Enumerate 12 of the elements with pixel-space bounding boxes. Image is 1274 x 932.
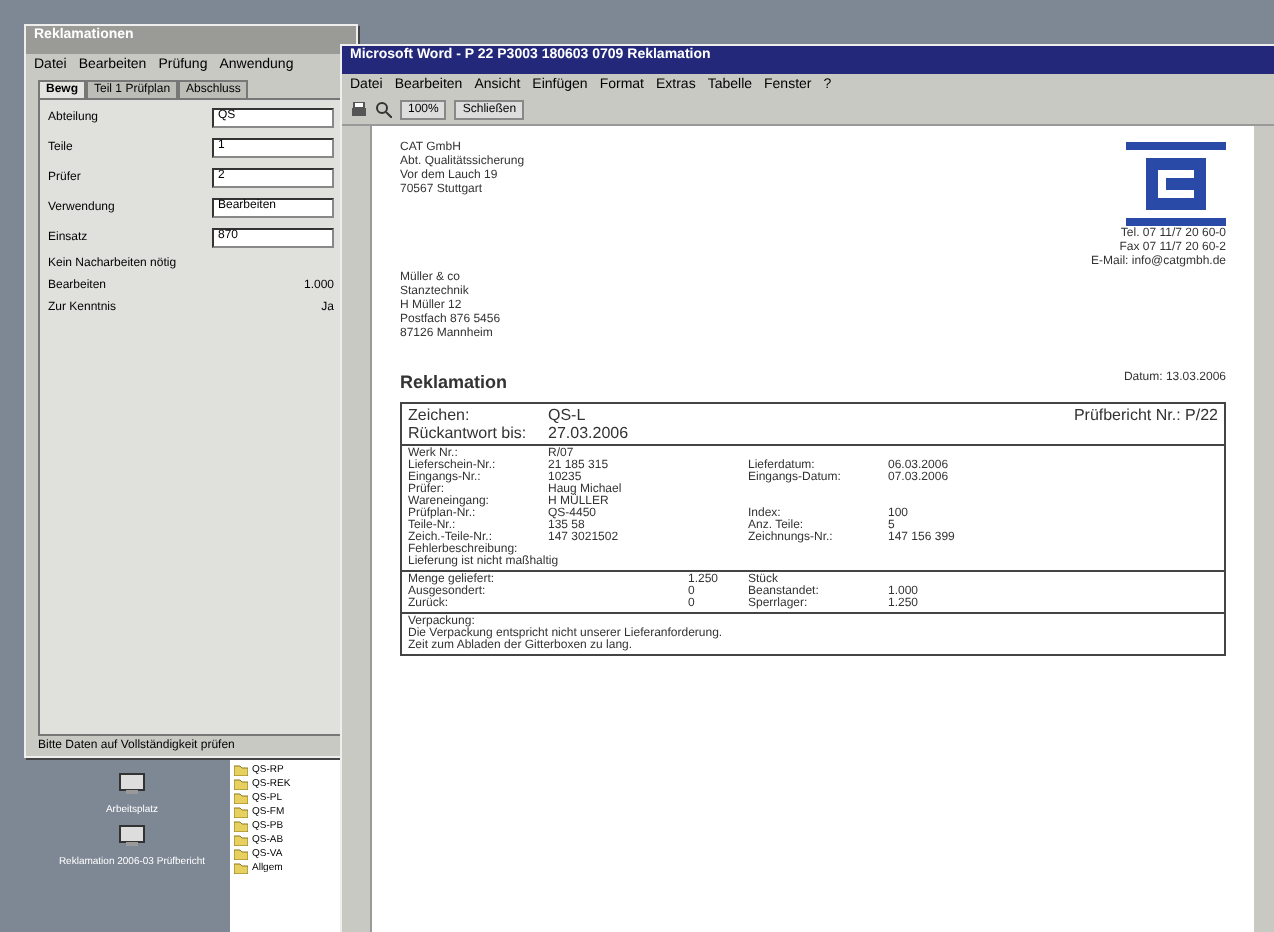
magnifier-icon[interactable] [376, 102, 392, 118]
table-cell-text: Zeichen: [408, 406, 472, 424]
document-heading: Reklamation [400, 372, 508, 392]
table-cell-text: QS-L [548, 406, 588, 424]
print-icon[interactable] [350, 102, 368, 118]
table-cell-text: Prüfbericht Nr.: [1073, 406, 1183, 424]
table-cell-text: 27.03.2006 [548, 424, 631, 442]
table-cell-text: Rückantwort bis: [408, 424, 529, 442]
company-logo [1126, 142, 1226, 226]
table-cell: P/22 [1185, 406, 1218, 424]
computer-icon[interactable] [118, 824, 146, 848]
computer-icon[interactable] [118, 772, 146, 796]
